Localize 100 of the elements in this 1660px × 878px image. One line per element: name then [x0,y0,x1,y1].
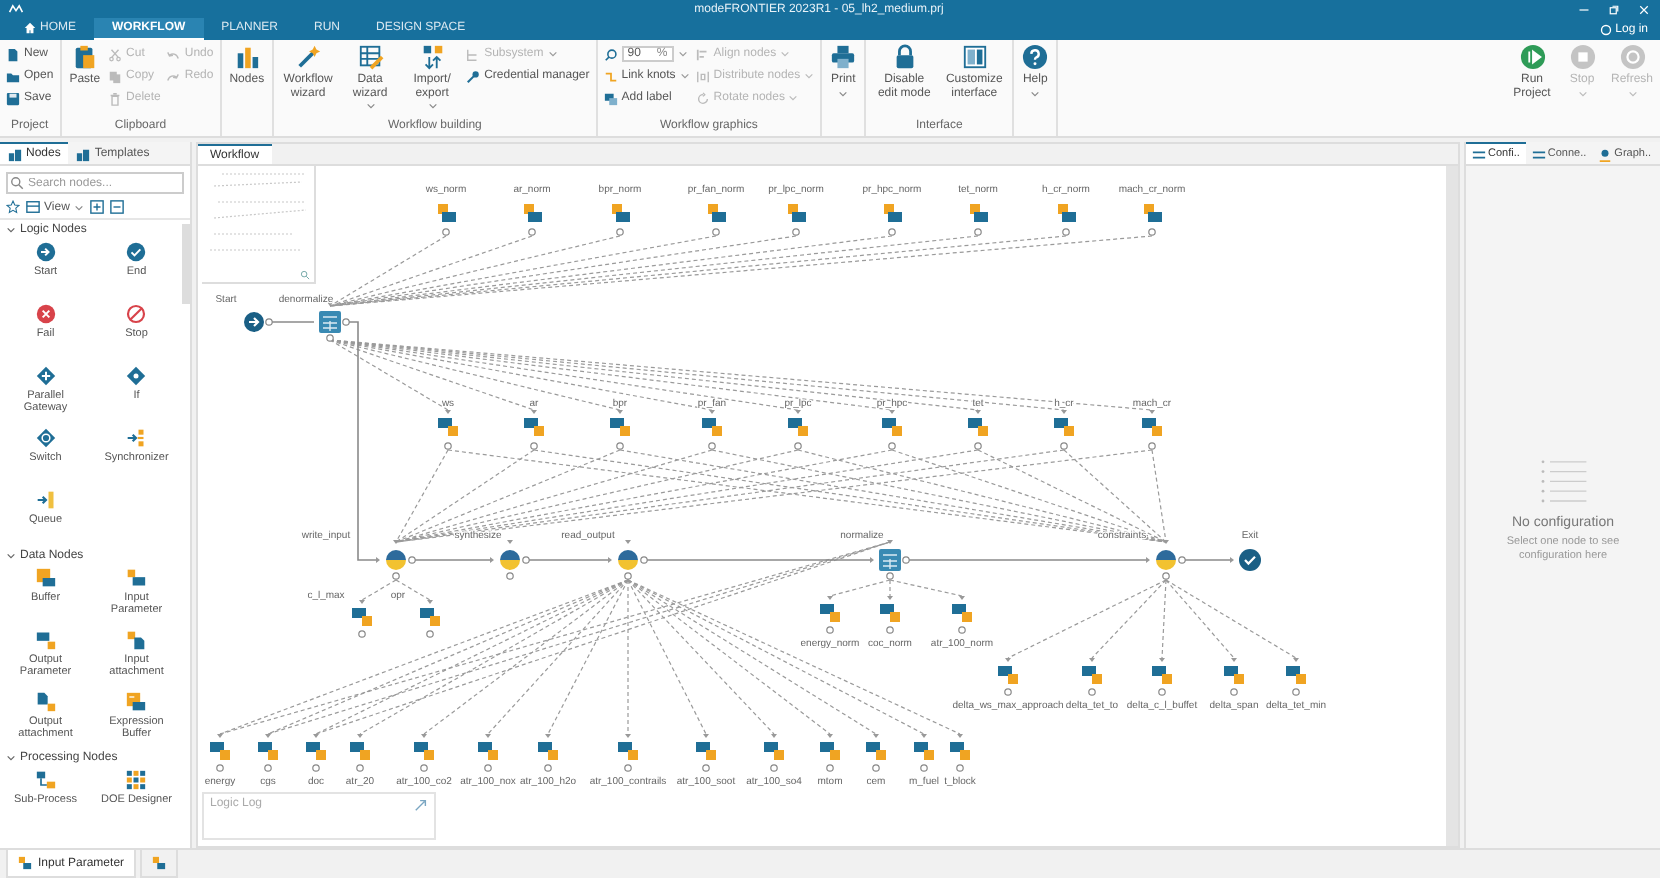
clipboard-icon [71,44,98,70]
process-link-line [527,559,611,561]
output-parameter-node[interactable] [702,410,722,450]
buffer-icon [35,568,56,588]
output-parameter-node[interactable] [820,734,840,772]
caret-icon [804,72,815,80]
input-parameter-node[interactable] [970,204,988,236]
output-parameter-node[interactable] [1054,410,1074,450]
output-parameter-node[interactable] [1286,658,1306,696]
distribute-icon [695,69,710,83]
folder-icon [6,69,20,83]
input-parameter-node[interactable] [788,204,806,236]
attachment-icon [35,692,56,712]
input-parameter-node[interactable] [1058,204,1076,236]
copy-icon [108,69,123,83]
home-icon [24,22,36,34]
input-parameter-node[interactable] [1144,204,1162,236]
expand-icon[interactable] [414,798,428,812]
output-parameter-node[interactable] [258,734,278,772]
caret-icon [838,89,849,97]
output-parameter-node[interactable] [210,734,230,772]
subprocess-icon [35,770,56,790]
start-node[interactable] [244,312,273,332]
bottom-tab[interactable] [140,850,179,878]
view-icon [26,200,40,214]
output-parameter-node[interactable] [914,734,934,772]
output-parameter-node[interactable] [414,734,434,772]
chevron-icon [6,225,16,233]
arrow-circle-icon [35,242,56,262]
cross-circle-icon [35,304,56,324]
input-parameter-node[interactable] [884,204,902,236]
minimize-icon [1577,3,1589,15]
calculator-node[interactable] [319,302,350,342]
output-parameter-node[interactable] [420,600,440,638]
script-node[interactable] [376,540,416,580]
caret-icon [427,102,438,110]
output-parameter-node[interactable] [998,658,1018,696]
input-parameter-node[interactable] [708,204,726,236]
restore-button[interactable] [1604,0,1622,18]
output-parameter-node[interactable] [538,734,558,772]
output-parameter-node[interactable] [696,734,716,772]
calculator-node[interactable] [870,540,910,580]
script-node[interactable] [1146,540,1186,580]
document-icon [6,47,20,61]
process-link-line [1183,559,1233,561]
input-parameter-node[interactable] [438,204,456,236]
padlock-icon [891,44,918,70]
printer-icon [830,44,857,70]
logo-icon [8,4,24,14]
redo-icon [166,69,181,83]
output-parameter-node[interactable] [306,734,326,772]
output-parameter-node[interactable] [764,734,784,772]
user-circle-icon [1599,23,1612,35]
zoom-icon [603,47,618,61]
label-icon [603,91,618,105]
parameter-icon [152,856,167,870]
output-parameter-node[interactable] [610,410,630,450]
output-parameter-node[interactable] [438,410,458,450]
output-parameter-node[interactable] [866,734,886,772]
caret-icon [547,50,558,58]
output-parameter-node[interactable] [952,596,972,634]
output-parameter-node[interactable] [882,410,902,450]
align-icon [695,47,710,61]
output-parameter-node[interactable] [820,596,840,634]
star-icon[interactable] [6,200,20,214]
undo-icon [166,47,181,61]
merge-arrow-icon [126,428,147,448]
parameter-icon [35,630,56,650]
caret-icon [73,203,84,211]
output-parameter-node[interactable] [968,410,988,450]
output-parameter-node[interactable] [350,734,370,772]
sliders-icon [1472,147,1486,161]
input-parameter-node[interactable] [524,204,542,236]
sliders-icon [1531,147,1546,161]
caret-icon [1627,89,1637,97]
output-parameter-node[interactable] [1152,658,1172,696]
expression-icon [126,692,147,712]
table-pencil-icon [357,44,384,70]
output-parameter-node[interactable] [1142,410,1162,450]
output-parameter-node[interactable] [788,410,808,450]
trash-icon [108,91,123,105]
input-parameter-node[interactable] [612,204,630,236]
close-button[interactable] [1634,0,1652,18]
output-parameter-node[interactable] [478,734,498,772]
output-parameter-node[interactable] [950,734,970,772]
caret-icon [679,72,690,80]
script-node[interactable] [608,540,648,580]
output-parameter-node[interactable] [880,596,900,634]
expand-all-icon[interactable] [89,200,104,214]
output-parameter-node[interactable] [352,600,372,638]
script-node[interactable] [490,540,530,580]
output-parameter-node[interactable] [618,734,638,772]
output-parameter-node[interactable] [524,410,544,450]
diamond-target-icon [35,428,56,448]
output-parameter-node[interactable] [1224,658,1244,696]
end-node[interactable] [1230,549,1261,571]
scrollbar[interactable] [1446,166,1458,846]
chevron-icon [6,753,16,761]
collapse-all-icon[interactable] [109,200,124,214]
output-parameter-node[interactable] [1082,658,1102,696]
